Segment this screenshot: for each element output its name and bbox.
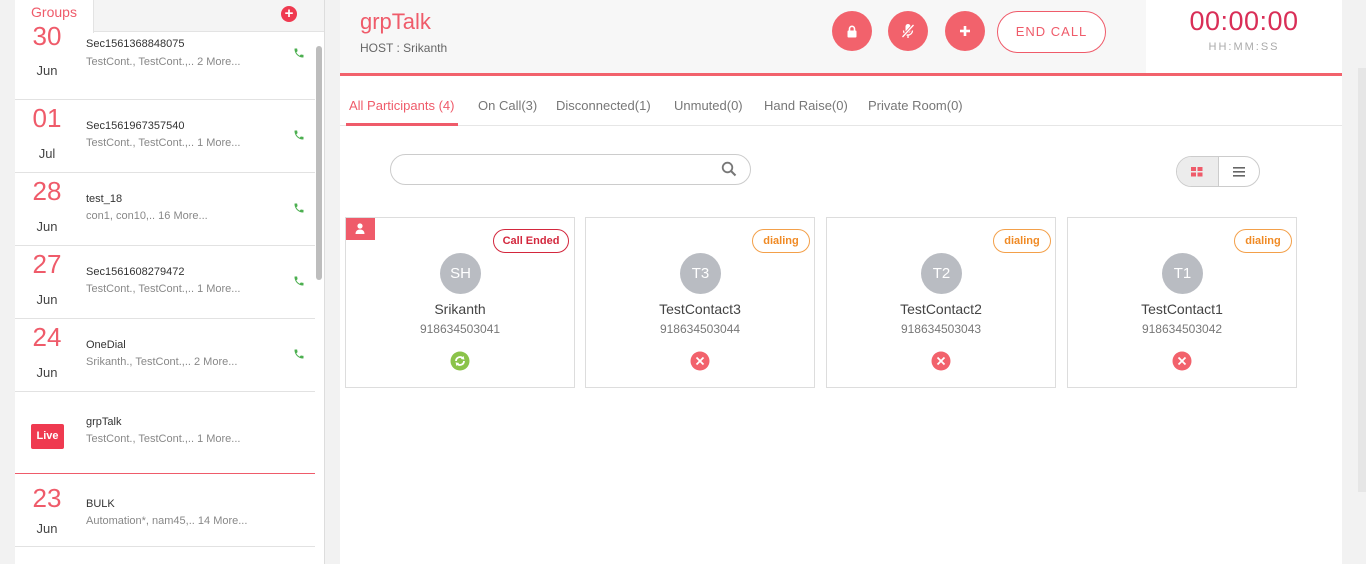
phone-icon[interactable] <box>293 129 305 141</box>
group-item[interactable]: 24 Jun OneDial Srikanth., TestCont.,.. 2… <box>15 319 315 392</box>
group-day: 30 <box>32 21 62 51</box>
close-icon[interactable] <box>1172 351 1192 371</box>
host-label: HOST : Srikanth <box>360 41 448 55</box>
timer-format-label: HH:MM:SS <box>1208 41 1280 53</box>
status-badge: dialing <box>752 229 810 253</box>
page-scrollbar[interactable] <box>1358 68 1366 492</box>
group-list: 30 Jun Sec1561368848075 TestCont., TestC… <box>15 21 315 557</box>
group-name: test_18 <box>86 193 123 205</box>
group-day: 24 <box>32 322 62 352</box>
mute-all-button[interactable] <box>888 11 928 51</box>
tab-hand-raise[interactable]: Hand Raise(0) <box>764 98 848 113</box>
group-day: 01 <box>32 103 62 133</box>
group-name: OneDial <box>86 339 126 351</box>
participant-card[interactable]: dialing T3 TestContact3 918634503044 <box>585 217 815 388</box>
group-members: TestCont., TestCont.,.. 1 More... <box>86 137 241 149</box>
group-name: Sec1561967357540 <box>86 120 185 132</box>
group-month: Jun <box>36 365 58 380</box>
participant-name: Srikanth <box>434 301 486 317</box>
status-badge: dialing <box>1234 229 1292 253</box>
participant-phone: 918634503044 <box>659 322 741 336</box>
header-divider <box>340 73 1342 76</box>
call-timer: 00:00:00 <box>1189 6 1299 36</box>
group-item[interactable]: 01 Jul Sec1561967357540 TestCont., TestC… <box>15 100 315 173</box>
participant-card[interactable]: dialing T2 TestContact2 918634503043 <box>826 217 1056 388</box>
group-month: Jun <box>36 521 58 536</box>
live-badge: Live <box>31 424 64 449</box>
list-icon <box>1233 167 1245 177</box>
group-item-live[interactable]: Live grpTalk TestCont., TestCont.,.. 1 M… <box>15 392 315 474</box>
close-icon[interactable] <box>931 351 951 371</box>
group-month: Jun <box>36 63 58 78</box>
tab-on-call[interactable]: On Call(3) <box>478 98 537 113</box>
status-badge: dialing <box>993 229 1051 253</box>
participant-name: TestContact2 <box>900 301 982 317</box>
view-toggle <box>1176 156 1260 187</box>
page-title: grpTalk <box>360 9 431 34</box>
group-members: TestCont., TestCont.,.. 2 More... <box>86 56 241 68</box>
phone-icon[interactable] <box>293 202 305 214</box>
group-month: Jun <box>36 219 58 234</box>
participant-phone: 918634503043 <box>900 322 982 336</box>
phone-icon[interactable] <box>293 348 305 360</box>
search-icon[interactable] <box>721 161 737 177</box>
search-input[interactable] <box>390 154 751 185</box>
call-timer-box: 00:00:00 HH:MM:SS <box>1146 0 1342 73</box>
group-members: con1, con10,.. 16 More... <box>86 210 208 222</box>
group-members: TestCont., TestCont.,.. 1 More... <box>86 433 241 445</box>
active-tab-indicator <box>346 123 458 126</box>
list-view-button[interactable] <box>1219 157 1259 186</box>
group-month: Jun <box>36 292 58 307</box>
user-icon <box>355 223 365 234</box>
participant-tabs: All Participants (4) On Call(3) Disconne… <box>340 90 1342 126</box>
avatar: T3 <box>680 253 721 294</box>
avatar: SH <box>440 253 481 294</box>
lock-icon <box>847 25 857 37</box>
group-month: Jul <box>38 146 56 161</box>
participant-name: TestContact1 <box>1141 301 1223 317</box>
call-header: grpTalk HOST : Srikanth END CALL <box>340 0 1146 73</box>
group-name: Sec1561608279472 <box>86 266 185 278</box>
lock-button[interactable] <box>832 11 872 51</box>
group-members: Automation*, nam45,.. 14 More... <box>86 515 248 527</box>
group-item[interactable]: 23 Jun BULK Automation*, nam45,.. 14 Mor… <box>15 474 315 547</box>
group-day: 27 <box>32 249 62 279</box>
end-call-button[interactable]: END CALL <box>997 11 1106 53</box>
group-item[interactable]: 30 Jun Sec1561368848075 TestCont., TestC… <box>15 18 315 100</box>
participant-phone: 918634503042 <box>1141 322 1223 336</box>
tab-private-room[interactable]: Private Room(0) <box>868 98 963 113</box>
plus-icon <box>960 26 970 36</box>
avatar: T1 <box>1162 253 1203 294</box>
participant-phone: 918634503041 <box>419 322 501 336</box>
participant-card[interactable]: dialing T1 TestContact1 918634503042 <box>1067 217 1297 388</box>
group-members: TestCont., TestCont.,.. 1 More... <box>86 283 241 295</box>
refresh-icon[interactable] <box>450 351 470 371</box>
tab-disconnected[interactable]: Disconnected(1) <box>556 98 651 113</box>
grid-view-button[interactable] <box>1177 157 1219 186</box>
status-badge: Call Ended <box>493 229 569 253</box>
group-name: grpTalk <box>86 416 122 428</box>
tab-unmuted[interactable]: Unmuted(0) <box>674 98 743 113</box>
group-members: Srikanth., TestCont.,.. 2 More... <box>86 356 238 368</box>
phone-icon[interactable] <box>293 275 305 287</box>
participant-card[interactable]: Call Ended SH Srikanth 918634503041 <box>345 217 575 388</box>
group-item[interactable]: 27 Jun Sec1561608279472 TestCont., TestC… <box>15 246 315 319</box>
phone-icon[interactable] <box>293 47 305 59</box>
group-day: 23 <box>32 483 62 513</box>
tab-all-participants[interactable]: All Participants (4) <box>349 98 454 113</box>
add-participant-button[interactable] <box>945 11 985 51</box>
group-item[interactable]: 28 Jun test_18 con1, con10,.. 16 More... <box>15 173 315 246</box>
host-tag <box>346 218 375 240</box>
grid-icon <box>1191 167 1203 177</box>
group-day: 28 <box>32 176 62 206</box>
sidebar-scrollbar[interactable] <box>316 46 322 280</box>
group-name: Sec1561368848075 <box>86 38 185 50</box>
call-panel: grpTalk HOST : Srikanth END CALL 00:00:0… <box>340 0 1342 564</box>
group-name: BULK <box>86 498 115 510</box>
participant-name: TestContact3 <box>659 301 741 317</box>
groups-sidebar: Groups + 30 Jun Sec1561368848075 TestCon… <box>15 0 325 564</box>
avatar: T2 <box>921 253 962 294</box>
close-icon[interactable] <box>690 351 710 371</box>
mic-off-icon <box>901 23 915 39</box>
